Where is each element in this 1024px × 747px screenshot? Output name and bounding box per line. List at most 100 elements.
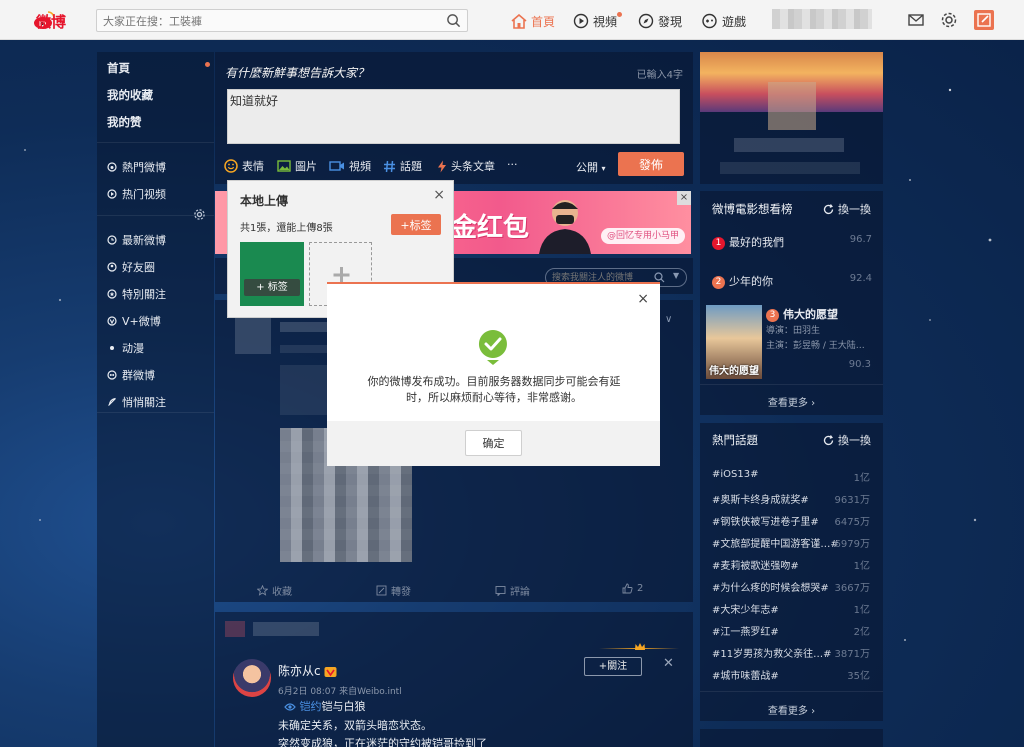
action-comment[interactable]: 評論 <box>495 583 530 598</box>
banner-close-button[interactable]: × <box>677 191 691 205</box>
topic-item[interactable]: #钢铁侠被写进卷子里# 6475万 <box>712 513 870 528</box>
sidebar-item-likes[interactable]: 我的赞 <box>107 114 142 130</box>
nav-games[interactable]: 遊戲 <box>701 12 746 30</box>
topic-item[interactable]: #城市味蕾战# 35亿 <box>712 667 870 682</box>
movie-score: 92.4 <box>849 273 872 284</box>
action-favorite[interactable]: 收藏 <box>257 583 292 598</box>
dialog-close-icon[interactable]: × <box>637 291 649 307</box>
post-author-name[interactable]: 陈亦从c <box>278 662 337 679</box>
movie-rank-item[interactable]: 1 最好的我們 96.7 <box>712 234 872 250</box>
topic-item[interactable]: #奥斯卡终身成就奖# 9631万 <box>712 491 870 506</box>
sidebar-item-anime[interactable]: 动漫 <box>107 340 144 356</box>
tool-video[interactable]: 視頻 <box>329 158 371 174</box>
panel-divider <box>700 691 883 692</box>
movie-refresh-button[interactable]: 換一換 <box>823 201 871 217</box>
emoji-icon <box>224 159 238 173</box>
publish-button[interactable]: 發佈 <box>618 152 684 176</box>
comment-icon <box>495 586 506 596</box>
composer-panel: 有什麼新鮮事想告訴大家？ 已輸入4字 表情 圖片 視頻 話題 头条文章 ··· … <box>215 52 693 184</box>
logo-text[interactable]: 微博 <box>36 11 66 32</box>
tool-image[interactable]: 圖片 <box>277 158 317 174</box>
movie-cast: 主演：彭昱畅 / 王大陆… <box>766 341 865 351</box>
vip-badge-icon <box>324 666 337 677</box>
feed-filter-chevron-icon[interactable]: ▼ <box>673 271 679 280</box>
action-like[interactable]: 2 <box>622 583 643 594</box>
dialog-message: 你的微博发布成功。目前服务器数据同步可能会有延时，所以麻烦耐心等待，非常感谢。 <box>367 375 621 404</box>
sidebar-item-hot-video[interactable]: 热门视频 <box>107 186 166 202</box>
sidebar-item-hot-weibo[interactable]: 熱門微博 <box>107 159 166 175</box>
tool-emoji[interactable]: 表情 <box>224 158 264 174</box>
nav-video[interactable]: 視頻 <box>573 12 617 30</box>
topic-item[interactable]: #为什么疼的时候会想哭# 3667万 <box>712 579 870 594</box>
next-panel-stub <box>700 729 883 747</box>
topic-item[interactable]: #iOS13# 1亿 <box>712 469 870 484</box>
home-icon <box>511 13 527 29</box>
composer-textarea[interactable] <box>227 89 680 144</box>
hot-topics-panel: 熱門話題 換一換 #iOS13# 1亿 #奥斯卡终身成就奖# 9631万 #钢铁侠被… <box>700 423 883 721</box>
thumbnail-tag-button[interactable]: + 标签 <box>244 279 300 296</box>
movie-rank-item-featured[interactable]: 3 伟大的愿望 <box>766 306 872 322</box>
visibility-select[interactable]: 公開 ▾ <box>576 159 606 175</box>
avatar[interactable] <box>233 659 271 697</box>
rank-badge: 2 <box>712 275 725 289</box>
refresh-icon <box>823 203 834 214</box>
dismiss-recommend-close-icon[interactable]: ✕ <box>663 656 674 671</box>
banner-person-image <box>539 200 591 254</box>
profile-card <box>700 52 883 184</box>
follow-button[interactable]: +關注 <box>584 657 642 676</box>
uploaded-image-thumbnail[interactable]: + 标签 <box>240 242 304 306</box>
topic-item[interactable]: #大宋少年志# 1亿 <box>712 601 870 616</box>
sidebar-item-home[interactable]: 首頁 <box>107 60 130 76</box>
feather-icon <box>108 397 116 406</box>
poster-title-text: 伟大的愿望 <box>709 366 759 377</box>
add-tag-button[interactable]: +标签 <box>391 214 441 235</box>
topic-item[interactable]: #江一燕罗红# 2亿 <box>712 623 870 638</box>
image-icon <box>277 160 291 172</box>
topics-more-link[interactable]: 查看更多 › <box>700 702 883 717</box>
tool-more[interactable]: ··· <box>507 158 518 171</box>
sidebar-home-dot <box>205 62 210 67</box>
user-name-blurred[interactable] <box>772 9 872 29</box>
sidebar-divider <box>97 412 214 413</box>
action-repost[interactable]: 轉發 <box>376 583 411 598</box>
sidebar-item-special-follow[interactable]: 特別關注 <box>107 286 166 302</box>
mail-icon[interactable] <box>907 11 925 29</box>
tool-headline-article[interactable]: 头条文章 <box>437 158 495 174</box>
left-sidebar: 首頁 我的收藏 我的赞 熱門微博 热门视频 最新微博 好友圈 特別關注 V+微博… <box>97 52 214 747</box>
upload-popup-close-icon[interactable]: × <box>433 187 445 203</box>
post-menu-chevron-icon[interactable]: ∨ <box>665 314 672 325</box>
pencil-icon <box>977 13 991 27</box>
sidebar-settings-gear-icon[interactable] <box>193 208 206 221</box>
topic-item[interactable]: #11岁男孩为救父亲往…# 3871万 <box>712 645 870 660</box>
rank-badge: 3 <box>766 308 779 322</box>
search-icon[interactable] <box>446 13 461 28</box>
sidebar-item-secret-follow[interactable]: 悄悄關注 <box>107 394 166 410</box>
confirm-button[interactable]: 确定 <box>465 430 522 456</box>
nav-home[interactable]: 首頁 <box>511 12 555 30</box>
sidebar-divider <box>97 142 214 143</box>
post-avatar-blurred[interactable] <box>235 318 271 354</box>
profile-avatar-blurred[interactable] <box>768 82 816 130</box>
sidebar-item-group-weibo[interactable]: 群微博 <box>107 367 155 383</box>
search-input[interactable] <box>103 14 433 28</box>
post-super-topic-link[interactable]: 铠约 <box>300 700 322 713</box>
tool-topic[interactable]: 話題 <box>383 158 422 174</box>
sidebar-item-vplus[interactable]: V+微博 <box>107 313 161 329</box>
sidebar-item-latest[interactable]: 最新微博 <box>107 232 166 248</box>
upload-count-info: 共1張，還能上傳8張 <box>240 223 333 234</box>
topics-refresh-button[interactable]: 換一換 <box>823 432 871 448</box>
movie-more-link[interactable]: 查看更多 › <box>700 394 883 409</box>
nav-discover[interactable]: 發現 <box>638 12 682 30</box>
sidebar-item-favorites[interactable]: 我的收藏 <box>107 87 153 103</box>
sidebar-item-friends[interactable]: 好友圈 <box>107 259 155 275</box>
post-tag-line: 铠约铠与白狼 <box>284 698 366 714</box>
super-topic-icon <box>284 703 296 711</box>
topic-item[interactable]: #麦莉被歌迷强吻# 1亿 <box>712 557 870 572</box>
chevron-down-icon: ▾ <box>601 164 606 173</box>
clock-icon <box>107 235 117 245</box>
movie-rank-item[interactable]: 2 少年的你 92.4 <box>712 273 872 289</box>
gear-icon[interactable] <box>940 11 958 29</box>
dot-icon <box>110 346 114 350</box>
compose-icon[interactable] <box>974 10 994 30</box>
topic-item[interactable]: #文旅部提醒中国游客谨…# 6979万 <box>712 535 870 550</box>
